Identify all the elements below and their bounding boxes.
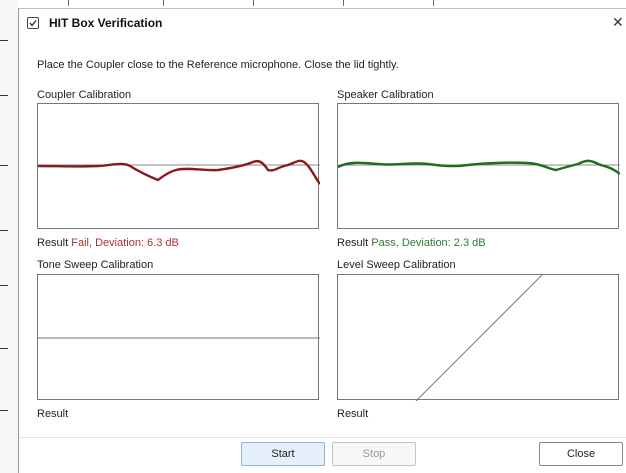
footer-divider [19, 437, 626, 438]
close-button[interactable]: Close [539, 442, 623, 466]
window-title: HIT Box Verification [49, 16, 163, 30]
level-sweep-calibration-label: Level Sweep Calibration [337, 259, 456, 271]
coupler-calibration-plot [37, 103, 320, 229]
start-button[interactable]: Start [241, 442, 325, 466]
tone-sweep-calibration-plot [37, 274, 320, 400]
speaker-result-value: Pass, Deviation: 2.3 dB [371, 237, 486, 249]
coupler-response-curve [38, 159, 320, 185]
tone-sweep-result-label: Result [37, 408, 69, 420]
coupler-result-label: Result [37, 237, 69, 249]
speaker-calibration-label: Speaker Calibration [337, 89, 434, 101]
background-tick [433, 0, 434, 6]
background-tick [343, 0, 344, 6]
level-sweep-calibration-plot [337, 274, 619, 401]
background-tick [0, 230, 8, 231]
close-icon[interactable]: ✕ [612, 14, 626, 30]
background-ruler [18, 0, 626, 6]
background-tick [0, 95, 8, 96]
instruction-text: Place the Coupler close to the Reference… [37, 59, 399, 71]
background-tick [0, 165, 8, 166]
tone-sweep-calibration-label: Tone Sweep Calibration [37, 259, 154, 271]
level-sweep-graph [415, 275, 543, 401]
background-tick [163, 0, 164, 6]
title-bar[interactable]: HIT Box Verification ✕ [19, 9, 626, 37]
speaker-response-curve [338, 159, 620, 175]
level-sweep-result-label: Result [337, 408, 369, 420]
background-tick [0, 40, 8, 41]
speaker-result-label: Result [337, 237, 369, 249]
speaker-result: Result Pass, Deviation: 2.3 dB [337, 237, 486, 249]
coupler-result: Result Fail, Deviation: 6.3 dB [37, 237, 179, 249]
background-window-edge [0, 0, 18, 473]
tone-sweep-result: Result [37, 408, 68, 420]
speaker-calibration-plot [337, 103, 620, 229]
level-sweep-result: Result [337, 408, 368, 420]
stop-button[interactable]: Stop [332, 442, 416, 466]
background-tick [253, 0, 254, 6]
tone-sweep-graph [38, 337, 320, 339]
hit-box-verification-dialog: HIT Box Verification ✕ Place the Coupler… [18, 8, 626, 473]
coupler-calibration-label: Coupler Calibration [37, 89, 132, 101]
checkbox-icon [27, 17, 39, 29]
coupler-calibration-graph [38, 159, 320, 185]
background-tick [0, 285, 8, 286]
speaker-calibration-graph [338, 159, 620, 175]
level-sweep-line [415, 275, 543, 401]
coupler-result-value: Fail, Deviation: 6.3 dB [71, 237, 179, 249]
background-tick [68, 0, 69, 6]
background-tick [0, 410, 8, 411]
background-tick [0, 348, 8, 349]
